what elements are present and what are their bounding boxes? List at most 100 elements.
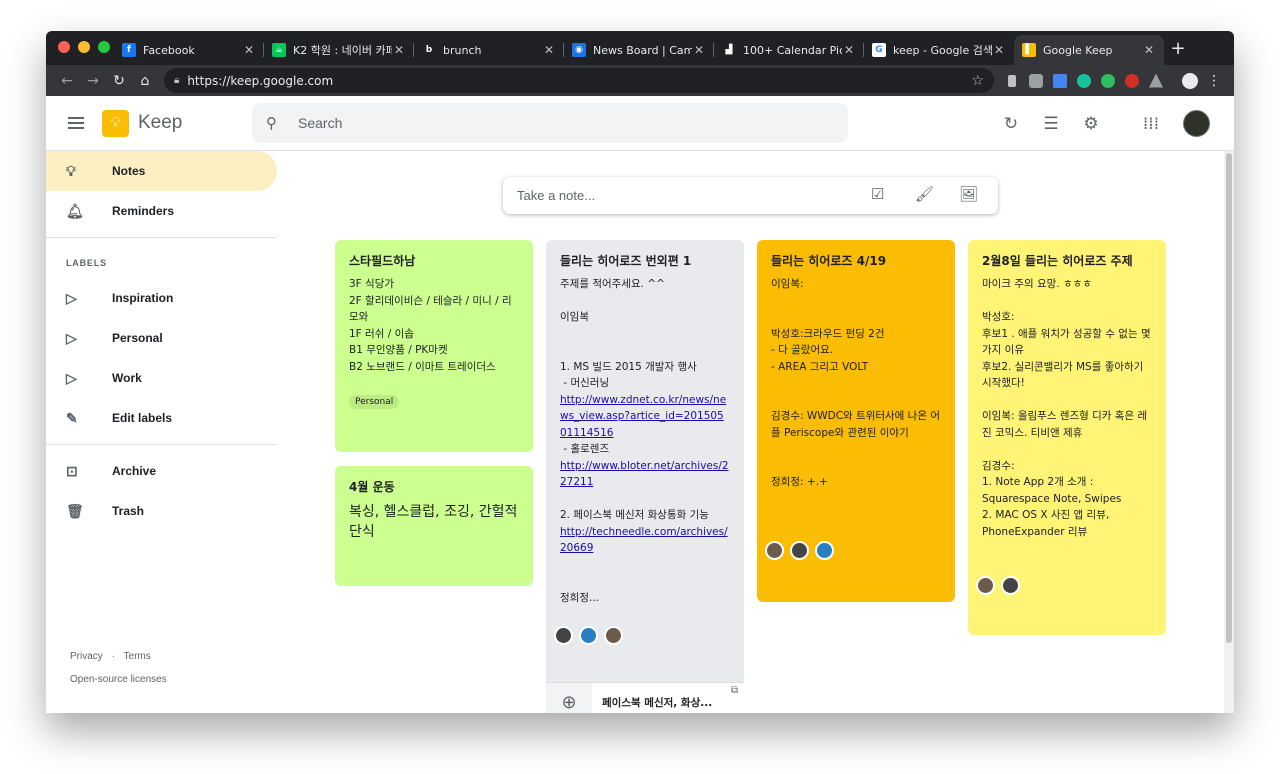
note-card[interactable]: 스타필드하남 3F 식당가 2F 할리데이비슨 / 테슬라 / 미니 / 리모와…: [335, 240, 533, 452]
collaborator-avatar[interactable]: [579, 626, 598, 645]
note-link[interactable]: http://www.zdnet.co.kr/news/news_view.as…: [560, 394, 726, 439]
collaborator-avatar[interactable]: [976, 576, 995, 595]
open-external-icon[interactable]: ⧉: [731, 685, 738, 696]
sidebar-item-edit-labels[interactable]: ✎ Edit labels: [46, 398, 277, 438]
collaborator-avatar[interactable]: [554, 626, 573, 645]
note-link[interactable]: http://techneedle.com/archives/20669: [560, 526, 728, 555]
new-tab-button[interactable]: +: [1164, 38, 1192, 65]
close-tab-icon[interactable]: ✕: [992, 43, 1006, 57]
reload-button[interactable]: ↻: [106, 73, 132, 89]
keep-header: 💡︎ Keep ⚲ ↻ ☰ ⚙ ⁞⁞⁞: [46, 96, 1234, 151]
sidebar-item-label: Archive: [112, 464, 157, 478]
calendar-extension-icon[interactable]: [1048, 69, 1072, 93]
note-body: 복싱, 헬스클럽, 조깅, 간헐적 단식: [349, 504, 522, 540]
tab-title: Facebook: [143, 43, 195, 57]
browser-tab[interactable]: Gkeep - Google 검색 ✕: [864, 35, 1014, 65]
tab-title: brunch: [443, 43, 482, 57]
profile-icon[interactable]: [1178, 69, 1202, 93]
note-title: 2월8일 들리는 히어로즈 주제: [982, 254, 1133, 268]
app-title[interactable]: Keep: [138, 112, 182, 134]
note-card[interactable]: 4월 운동 복싱, 헬스클럽, 조깅, 간헐적 단식: [335, 466, 533, 586]
account-avatar[interactable]: [1183, 110, 1210, 137]
close-tab-icon[interactable]: ✕: [242, 43, 256, 57]
sidebar-item-personal[interactable]: ▷ Personal: [46, 318, 277, 358]
browser-tab[interactable]: b brunch ✕: [414, 35, 564, 65]
note-label-chip[interactable]: Personal: [349, 395, 400, 409]
facebook-icon: f: [122, 43, 136, 57]
back-button[interactable]: ←: [54, 73, 80, 89]
home-button[interactable]: ⌂: [132, 73, 158, 89]
close-tab-icon[interactable]: ✕: [692, 43, 706, 57]
search-input[interactable]: [298, 115, 479, 131]
browser-tab[interactable]: ☕ K2 학원 : 네이버 카페 ✕: [264, 35, 414, 65]
brunch-icon: b: [422, 43, 436, 57]
browser-tab[interactable]: f Facebook ✕: [114, 35, 264, 65]
close-tab-icon[interactable]: ✕: [392, 43, 406, 57]
new-list-checkbox-icon[interactable]: ☑: [871, 185, 884, 203]
take-note-bar[interactable]: Take a note... ☑ 🖌︎ 🖼︎: [503, 177, 998, 214]
settings-gear-icon[interactable]: ⚙: [1071, 114, 1111, 134]
list-view-icon[interactable]: ☰: [1031, 114, 1071, 134]
minimize-window-button[interactable]: [78, 41, 90, 53]
page-scrollbar[interactable]: [1224, 151, 1234, 713]
tab-title: K2 학원 : 네이버 카페: [293, 44, 392, 57]
note-link[interactable]: http://www.bloter.net/archives/227211: [560, 460, 729, 489]
privacy-link[interactable]: Privacy: [70, 651, 103, 662]
collaborator-avatar[interactable]: [765, 541, 784, 560]
new-image-icon[interactable]: 🖼︎: [959, 185, 978, 203]
extension-pin-icon[interactable]: [1000, 69, 1024, 93]
scrollbar-thumb[interactable]: [1226, 153, 1232, 643]
note-card[interactable]: 2월8일 들리는 히어로즈 주제 마이크 주의 요망. ㅎㅎㅎ 박성호: 후보1…: [968, 240, 1166, 635]
close-tab-icon[interactable]: ✕: [842, 43, 856, 57]
browser-tab[interactable]: ▌ Google Keep ✕: [1014, 35, 1164, 65]
sidebar-item-label: Trash: [112, 504, 145, 518]
sidebar-item-reminders[interactable]: 🔔︎ Reminders: [46, 191, 277, 231]
address-bar[interactable]: 🔒︎ https://keep.google.com ☆: [164, 68, 994, 93]
link-preview[interactable]: ⊕ 페이스북 메신저, 화상... ⧉: [546, 682, 744, 713]
calendar-site-icon: ▟: [722, 43, 736, 57]
maximize-window-button[interactable]: [98, 41, 110, 53]
pocket-icon[interactable]: [1024, 69, 1048, 93]
main-menu-icon[interactable]: [68, 114, 84, 132]
lastpass-icon[interactable]: [1120, 69, 1144, 93]
note-card[interactable]: 들리는 히어로즈 4/19 이임복: 박성호:크라우드 펀딩 2건 - 다 골랐…: [757, 240, 955, 602]
drive-extension-icon[interactable]: [1144, 69, 1168, 93]
note-card[interactable]: 들리는 히어로즈 번외편 1 주제를 적어주세요. ^^ 이임복 1. MS 빌…: [546, 240, 744, 713]
refresh-icon[interactable]: ↻: [991, 114, 1031, 134]
evernote-icon[interactable]: [1096, 69, 1120, 93]
licenses-link[interactable]: Open-source licenses: [70, 674, 167, 685]
note-body-intro: 주제를 적어주세요. ^^ 이임복 1. MS 빌드 2015 개발자 행사 -…: [560, 278, 697, 389]
search-bar[interactable]: ⚲: [252, 103, 848, 143]
collaborator-avatar[interactable]: [790, 541, 809, 560]
note-body: 3F 식당가 2F 할리데이비슨 / 테슬라 / 미니 / 리모와 1F 러쉬 …: [349, 278, 512, 373]
link-preview-title: 페이스북 메신저, 화상...: [602, 697, 713, 709]
sidebar-item-inspiration[interactable]: ▷ Inspiration: [46, 278, 277, 318]
collaborator-avatar[interactable]: [815, 541, 834, 560]
take-note-placeholder[interactable]: Take a note...: [517, 188, 595, 203]
collaborator-avatar[interactable]: [604, 626, 623, 645]
sidebar-item-trash[interactable]: 🗑︎ Trash: [46, 491, 277, 531]
note-body: 마이크 주의 요망. ㅎㅎㅎ 박성호: 후보1 . 애플 워치가 성공할 수 없…: [982, 278, 1151, 538]
header-actions: ↻ ☰ ⚙ ⁞⁞⁞: [991, 96, 1234, 151]
sidebar-item-work[interactable]: ▷ Work: [46, 358, 277, 398]
collaborator-avatar[interactable]: [1001, 576, 1020, 595]
label-icon: ▷: [66, 329, 77, 346]
sidebar-item-label: Personal: [112, 331, 163, 345]
close-tab-icon[interactable]: ✕: [1142, 43, 1156, 57]
bookmark-star-icon[interactable]: ☆: [971, 73, 984, 89]
search-icon[interactable]: ⚲: [266, 114, 292, 132]
browser-menu-icon[interactable]: ⋮: [1202, 69, 1226, 93]
new-drawing-brush-icon[interactable]: 🖌︎: [915, 185, 934, 203]
close-window-button[interactable]: [58, 41, 70, 53]
browser-tab[interactable]: ◉ News Board | Campu✕: [564, 35, 714, 65]
sidebar-item-archive[interactable]: ⊡ Archive: [46, 451, 277, 491]
grammarly-icon[interactable]: [1072, 69, 1096, 93]
apps-grid-icon[interactable]: ⁞⁞⁞: [1131, 114, 1171, 134]
keep-logo-icon[interactable]: 💡︎: [102, 109, 129, 137]
browser-tab[interactable]: ▟ 100+ Calendar Pictu✕: [714, 35, 864, 65]
forward-button[interactable]: →: [80, 73, 106, 89]
terms-link[interactable]: Terms: [124, 651, 151, 662]
sidebar-item-label: Inspiration: [112, 291, 174, 305]
sidebar-item-notes[interactable]: 💡︎ Notes: [46, 151, 277, 191]
close-tab-icon[interactable]: ✕: [542, 43, 556, 57]
